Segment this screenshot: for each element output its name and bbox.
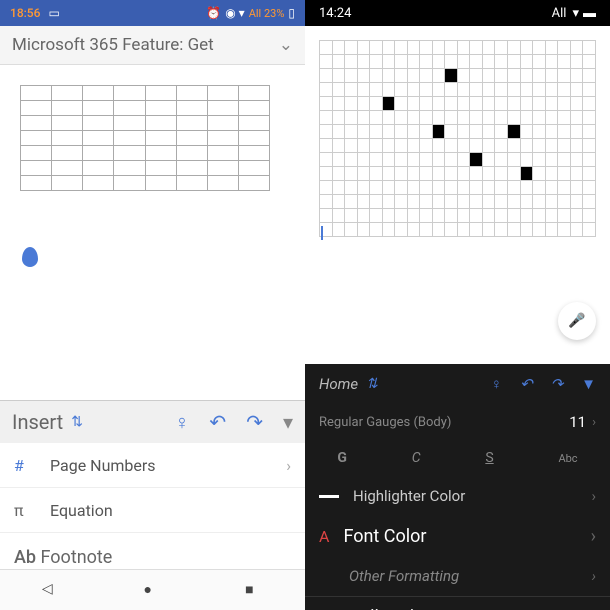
menu-label: Other Formatting — [349, 567, 459, 585]
font-name: Regular Gauges (Body) — [319, 415, 451, 430]
battery-icon: ▯ — [288, 6, 295, 20]
text-cursor — [321, 226, 323, 240]
cursor-handle-icon[interactable] — [22, 247, 38, 267]
menu-item-other-formatting[interactable]: Other Formatting › — [305, 556, 610, 596]
menu-label: Footnote — [41, 547, 113, 568]
more-icon[interactable]: ▾ — [283, 410, 293, 435]
pi-icon: π — [14, 501, 38, 520]
microphone-icon: 🎤 — [568, 313, 585, 329]
document-grid[interactable] — [319, 40, 596, 237]
menu-item-bulleted-list[interactable]: Bulleted List › — [305, 596, 610, 610]
undo-icon[interactable]: ↶ — [209, 410, 226, 435]
microphone-button[interactable]: 🎤 — [558, 302, 596, 340]
title-bar[interactable]: Microsoft 365 Feature: Get ⌄ — [0, 26, 305, 65]
menu-item-page-numbers[interactable]: # Page Numbers › — [0, 443, 305, 488]
menu-label: Highlighter Color — [353, 487, 465, 505]
hash-icon: # — [14, 456, 38, 475]
recents-button[interactable]: ■ — [245, 581, 263, 599]
tab-label: Insert — [12, 410, 63, 434]
wifi-icon: ◉ ▾ — [225, 6, 244, 20]
bold-button[interactable]: G — [337, 450, 347, 466]
underline-button[interactable]: S — [485, 450, 493, 466]
android-navbar: ◁ ● ■ — [0, 569, 305, 610]
chevron-right-icon: › — [592, 415, 596, 430]
signal-label: All — [552, 6, 567, 21]
clock: 14:24 — [319, 6, 351, 21]
menu-item-highlighter[interactable]: Highlighter Color › — [305, 476, 610, 516]
ribbon-tab-home[interactable]: Home ⇅ ♀ ↶ ↷ ▼ — [305, 364, 610, 404]
redo-icon[interactable]: ↷ — [551, 375, 564, 393]
updown-icon[interactable]: ⇅ — [366, 376, 378, 392]
chevron-right-icon: › — [591, 607, 596, 610]
chevron-down-icon[interactable]: ⌄ — [279, 35, 293, 55]
menu-label: Equation — [50, 501, 113, 520]
font-selector-row[interactable]: Regular Gauges (Body) 11 › — [305, 404, 610, 440]
doc-title: Microsoft 365 Feature: Get — [12, 35, 214, 55]
menu-item-font-color[interactable]: A Font Color › — [305, 516, 610, 556]
menu-label: Page Numbers — [50, 456, 156, 475]
text-style-row: G C S Abc — [305, 440, 610, 476]
home-button[interactable]: ● — [143, 581, 161, 599]
wifi-icon: ▾ — [572, 6, 579, 21]
highlighter-icon — [319, 495, 339, 498]
document-canvas-left[interactable] — [0, 65, 305, 400]
statusbar-left: 18:56 ▭ ⏰ ◉ ▾ All 23% ▯ — [0, 0, 305, 26]
chevron-right-icon: › — [592, 567, 596, 585]
undo-icon[interactable]: ↶ — [520, 375, 533, 393]
ribbon-tab-insert[interactable]: Insert ⇅ ♀ ↶ ↷ ▾ — [0, 400, 305, 443]
menu-label: Bulleted List — [349, 607, 448, 610]
menu-label: Font Color — [343, 526, 426, 547]
lightbulb-icon[interactable]: ♀ — [174, 410, 189, 435]
alarm-icon: ⏰ — [206, 6, 221, 20]
redo-icon[interactable]: ↷ — [246, 410, 263, 435]
strike-button[interactable]: Abc — [558, 452, 577, 465]
battery-icon: ▬ — [583, 5, 596, 21]
dropdown-icon[interactable]: ▼ — [581, 375, 596, 393]
document-table[interactable] — [20, 85, 270, 191]
chevron-right-icon: › — [286, 456, 291, 475]
chevron-right-icon: › — [591, 526, 596, 547]
font-color-icon: A — [319, 527, 329, 546]
chevron-right-icon: › — [591, 487, 596, 505]
menu-item-equation[interactable]: π Equation — [0, 488, 305, 533]
lightbulb-icon[interactable]: ♀ — [491, 375, 502, 393]
back-button[interactable]: ◁ — [42, 581, 60, 599]
tab-label: Home — [319, 375, 358, 393]
font-size: 11 — [569, 413, 586, 431]
battery-indicator: All 23% — [249, 7, 285, 20]
italic-button[interactable]: C — [412, 450, 421, 466]
statusbar-right: 14:24 All ▾ ▬ — [305, 0, 610, 26]
updown-icon[interactable]: ⇅ — [71, 414, 83, 430]
clock: 18:56 — [10, 6, 40, 20]
